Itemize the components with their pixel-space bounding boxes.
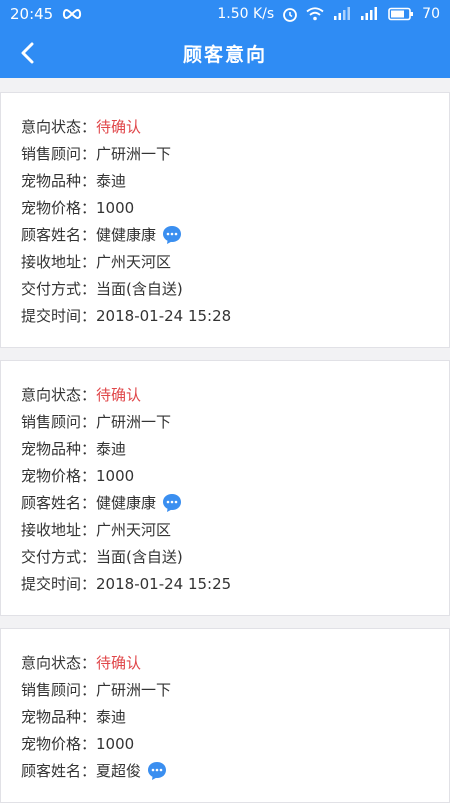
breed-row: 宠物品种： 泰迪 bbox=[21, 703, 431, 730]
field-label: 意向状态： bbox=[21, 386, 97, 404]
battery-icon bbox=[388, 7, 414, 21]
field-label: 接收地址： bbox=[21, 253, 97, 271]
chevron-left-icon bbox=[21, 42, 34, 64]
price-value: 1000 bbox=[96, 734, 135, 753]
chat-bubble-icon[interactable] bbox=[147, 761, 167, 781]
delivery-row: 交付方式： 当面(含自送) bbox=[21, 275, 431, 302]
customer-value: 健健康康 bbox=[96, 494, 157, 512]
order-list: 意向状态： 待确认 销售顾问： 广研洲一下 宠物品种： 泰迪 宠物价格： 100… bbox=[0, 78, 450, 803]
field-label: 宠物品种： bbox=[21, 708, 97, 726]
address-row: 接收地址： 广州天河区 bbox=[21, 248, 431, 275]
field-label: 宠物品种： bbox=[21, 440, 97, 458]
customer-value: 健健康康 bbox=[96, 226, 157, 244]
price-value: 1000 bbox=[96, 198, 135, 217]
customer-row: 顾客姓名： 健健康康 bbox=[21, 221, 431, 248]
time-row: 提交时间： 2018-01-24 15:28 bbox=[21, 302, 431, 329]
infinity-icon bbox=[61, 8, 83, 20]
time-value: 2018-01-24 15:28 bbox=[96, 306, 232, 325]
chat-bubble-icon[interactable] bbox=[162, 225, 182, 245]
field-label: 意向状态： bbox=[21, 654, 97, 672]
delivery-value: 当面(含自送) bbox=[96, 280, 183, 298]
customer-row: 顾客姓名： 夏超俊 bbox=[21, 757, 431, 784]
wifi-icon bbox=[306, 7, 324, 21]
field-label: 宠物价格： bbox=[21, 467, 97, 485]
field-label: 宠物品种： bbox=[21, 172, 97, 190]
status-value: 待确认 bbox=[96, 386, 142, 404]
customer-value: 夏超俊 bbox=[96, 762, 142, 780]
field-label: 宠物价格： bbox=[21, 199, 97, 217]
alarm-icon bbox=[282, 6, 298, 22]
signal-icon bbox=[360, 7, 380, 21]
status-time: 20:45 bbox=[10, 5, 54, 23]
field-label: 交付方式： bbox=[21, 280, 97, 298]
customer-row: 顾客姓名： 健健康康 bbox=[21, 489, 431, 516]
signal-4g-icon bbox=[332, 7, 352, 21]
breed-value: 泰迪 bbox=[96, 440, 127, 458]
address-value: 广州天河区 bbox=[96, 253, 172, 271]
field-label: 交付方式： bbox=[21, 548, 97, 566]
address-row: 接收地址： 广州天河区 bbox=[21, 516, 431, 543]
price-row: 宠物价格： 1000 bbox=[21, 462, 431, 489]
delivery-value: 当面(含自送) bbox=[96, 548, 183, 566]
field-label: 宠物价格： bbox=[21, 735, 97, 753]
network-speed: 1.50 K/s bbox=[217, 6, 275, 22]
delivery-row: 交付方式： 当面(含自送) bbox=[21, 543, 431, 570]
intent-card[interactable]: 意向状态： 待确认 销售顾问： 广研洲一下 宠物品种： 泰迪 宠物价格： 100… bbox=[0, 628, 450, 803]
status-bar: 20:45 1.50 K/s 70 bbox=[0, 0, 450, 28]
time-value: 2018-01-24 15:25 bbox=[96, 574, 232, 593]
battery-level: 70 bbox=[422, 6, 440, 22]
price-row: 宠物价格： 1000 bbox=[21, 730, 431, 757]
status-row: 意向状态： 待确认 bbox=[21, 381, 431, 408]
advisor-value: 广研洲一下 bbox=[96, 681, 172, 699]
field-label: 接收地址： bbox=[21, 521, 97, 539]
intent-card[interactable]: 意向状态： 待确认 销售顾问： 广研洲一下 宠物品种： 泰迪 宠物价格： 100… bbox=[0, 360, 450, 616]
field-label: 顾客姓名： bbox=[21, 226, 97, 244]
price-value: 1000 bbox=[96, 466, 135, 485]
field-label: 销售顾问： bbox=[21, 681, 97, 699]
back-button[interactable] bbox=[14, 39, 42, 67]
breed-value: 泰迪 bbox=[96, 708, 127, 726]
time-row: 提交时间： 2018-01-24 15:25 bbox=[21, 570, 431, 597]
field-label: 销售顾问： bbox=[21, 145, 97, 163]
price-row: 宠物价格： 1000 bbox=[21, 194, 431, 221]
advisor-row: 销售顾问： 广研洲一下 bbox=[21, 408, 431, 435]
advisor-row: 销售顾问： 广研洲一下 bbox=[21, 140, 431, 167]
field-label: 销售顾问： bbox=[21, 413, 97, 431]
advisor-row: 销售顾问： 广研洲一下 bbox=[21, 676, 431, 703]
address-value: 广州天河区 bbox=[96, 521, 172, 539]
advisor-value: 广研洲一下 bbox=[96, 145, 172, 163]
field-label: 顾客姓名： bbox=[21, 494, 97, 512]
chat-bubble-icon[interactable] bbox=[162, 493, 182, 513]
nav-bar: 顾客意向 bbox=[0, 28, 450, 78]
intent-card[interactable]: 意向状态： 待确认 销售顾问： 广研洲一下 宠物品种： 泰迪 宠物价格： 100… bbox=[0, 92, 450, 348]
status-value: 待确认 bbox=[96, 118, 142, 136]
advisor-value: 广研洲一下 bbox=[96, 413, 172, 431]
status-row: 意向状态： 待确认 bbox=[21, 113, 431, 140]
status-value: 待确认 bbox=[96, 654, 142, 672]
breed-row: 宠物品种： 泰迪 bbox=[21, 435, 431, 462]
page-title: 顾客意向 bbox=[182, 43, 267, 66]
field-label: 提交时间： bbox=[21, 307, 97, 325]
field-label: 提交时间： bbox=[21, 575, 97, 593]
field-label: 意向状态： bbox=[21, 118, 97, 136]
status-row: 意向状态： 待确认 bbox=[21, 649, 431, 676]
breed-row: 宠物品种： 泰迪 bbox=[21, 167, 431, 194]
field-label: 顾客姓名： bbox=[21, 762, 97, 780]
breed-value: 泰迪 bbox=[96, 172, 127, 190]
